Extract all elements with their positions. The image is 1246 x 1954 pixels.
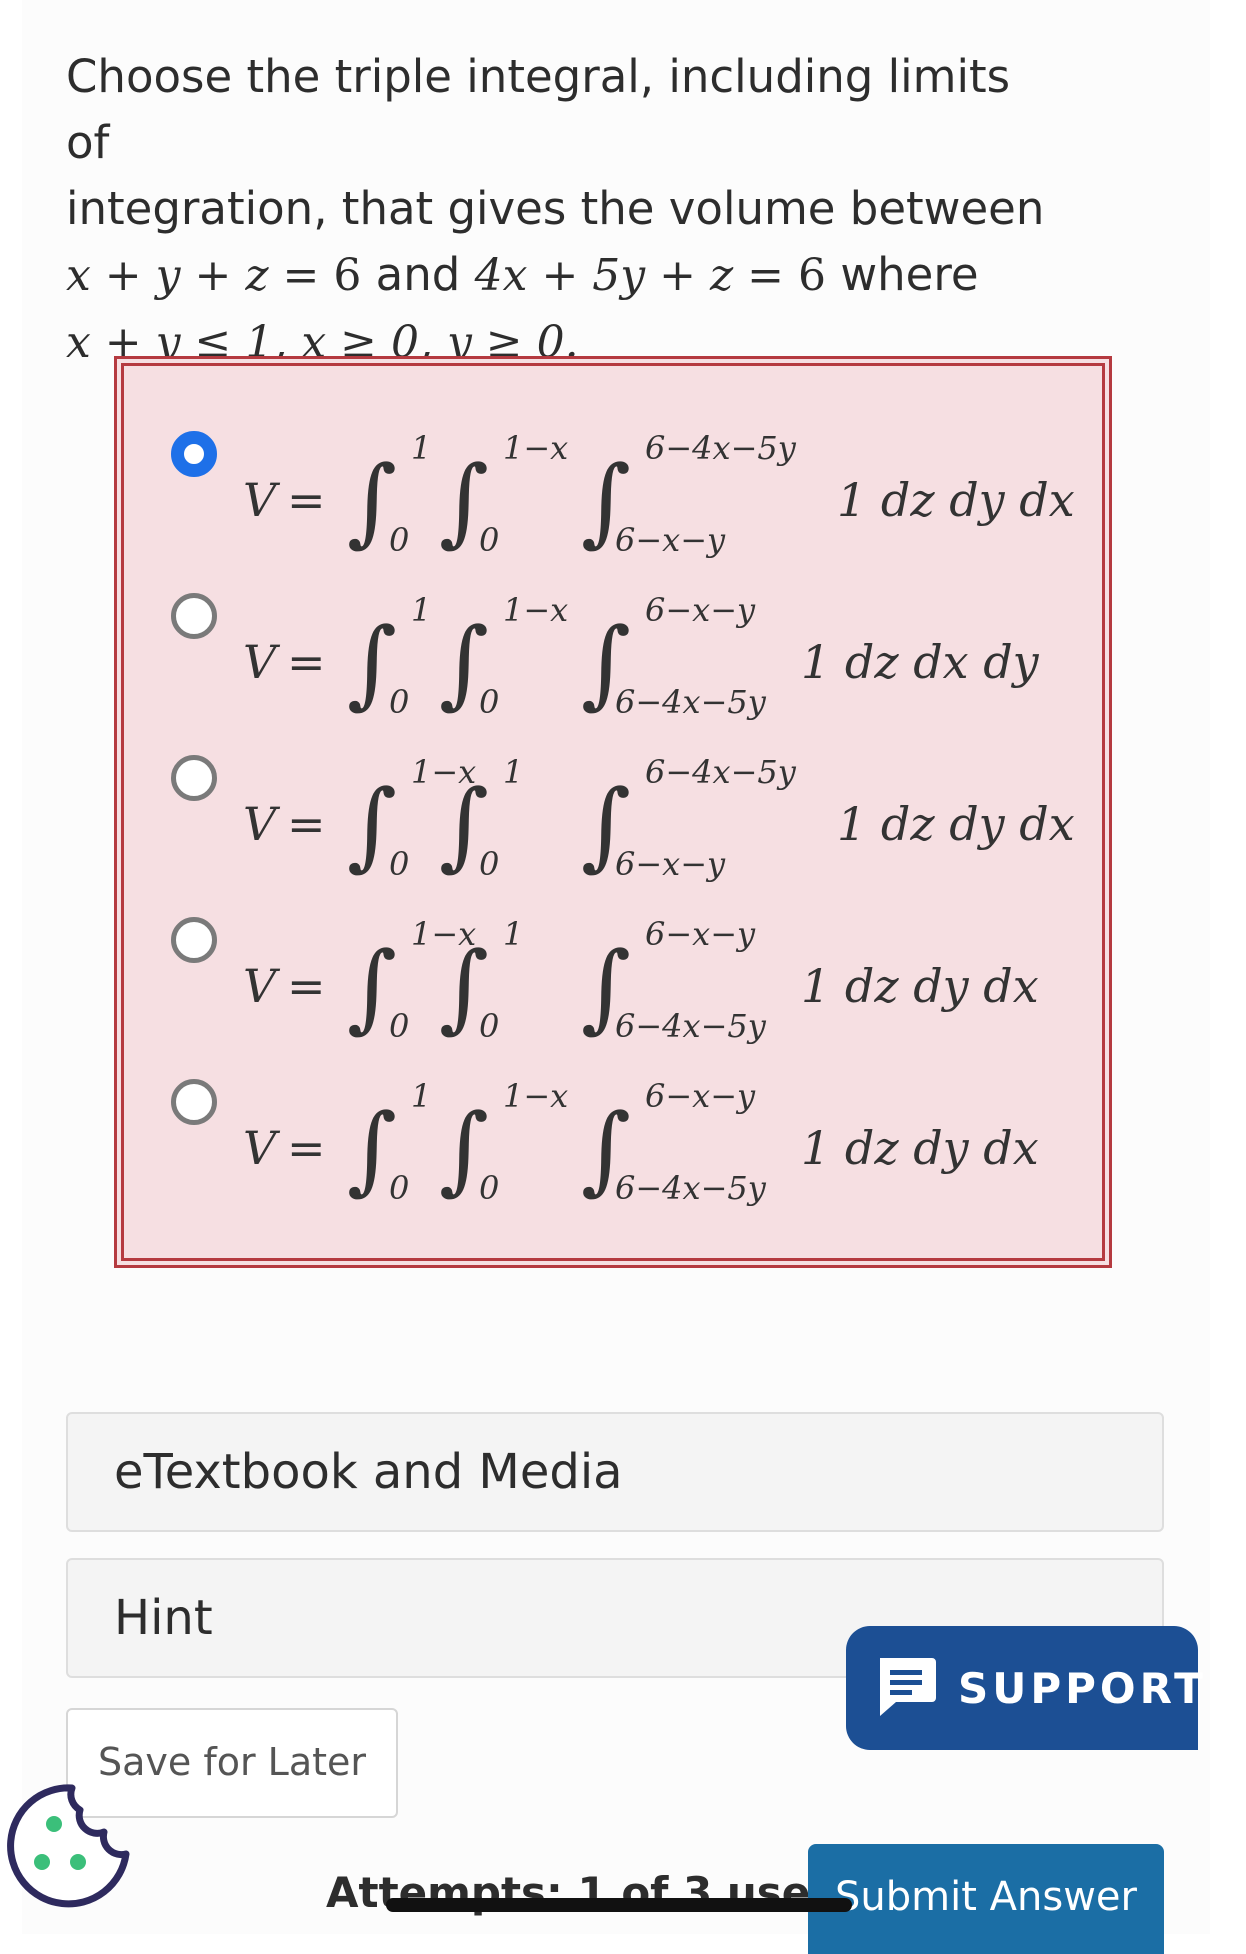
inner-lower-limit: 6−4x−5y [615,683,766,721]
inner-upper-limit: 6−x−y [645,591,756,629]
integral-expression: V = ∫ 1−x 0 ∫ 1 0 ∫ 6−x−y 6−4x−5y 1 dz d… [157,905,1057,1067]
equation-plane-1: x + y + z = [66,250,334,301]
volume-symbol: V [243,797,277,851]
integral-expression: V = ∫ 1 0 ∫ 1−x 0 ∫ 6−x−y 6−4x−5y 1 dz d… [157,1067,1057,1229]
inner-lower-limit: 6−4x−5y [615,1169,766,1207]
middle-lower-limit: 0 [479,1007,500,1045]
outer-upper-limit: 1 [411,429,432,467]
middle-lower-limit: 0 [479,521,500,559]
support-button[interactable]: SUPPORT [846,1626,1203,1750]
middle-upper-limit: 1 [503,915,524,953]
integrand: 1 dz dy dx [837,797,1075,851]
equals-sign: = [287,959,326,1013]
middle-lower-limit: 0 [479,845,500,883]
inner-upper-limit: 6−4x−5y [645,429,796,467]
inner-lower-limit: 6−x−y [615,845,726,883]
answer-option-3[interactable]: V = ∫ 1−x 0 ∫ 1 0 ∫ 6−4x−5y 6−x−y 1 dz d… [157,743,1075,905]
outer-lower-limit: 0 [389,1007,410,1045]
cookie-settings-icon[interactable] [4,1780,134,1910]
equation-plane-2-rhs: 6 [798,250,827,301]
equals-sign: = [287,635,326,689]
equation-plane-1-rhs: 6 [333,250,362,301]
submit-answer-button[interactable]: Submit Answer [808,1844,1164,1954]
inner-upper-limit: 6−x−y [645,1077,756,1115]
outer-upper-limit: 1 [411,591,432,629]
word-where: where [826,248,979,301]
answer-choices: V = ∫ 1 0 ∫ 1−x 0 ∫ 6−4x−5y 6−x−y 1 dz d… [114,356,1112,1268]
volume-symbol: V [243,473,277,527]
question-line-1: Choose the triple integral, including li… [66,50,1011,169]
outer-lower-limit: 0 [389,1169,410,1207]
middle-lower-limit: 0 [479,1169,500,1207]
volume-symbol: V [243,1121,277,1175]
outer-lower-limit: 0 [389,683,410,721]
equation-plane-2: 4x + 5y + z = [474,250,799,301]
hint-label: Hint [114,1590,213,1646]
integrand: 1 dz dy dx [801,959,1039,1013]
answer-option-2[interactable]: V = ∫ 1 0 ∫ 1−x 0 ∫ 6−x−y 6−4x−5y 1 dz d… [157,581,1057,743]
etextbook-panel[interactable]: eTextbook and Media [66,1412,1164,1532]
integrand: 1 dz dy dx [837,473,1075,527]
home-indicator [386,1898,852,1912]
question-text: Choose the triple integral, including li… [66,44,1066,376]
inner-lower-limit: 6−4x−5y [615,1007,766,1045]
etextbook-label: eTextbook and Media [114,1444,623,1500]
integral-expression: V = ∫ 1 0 ∫ 1−x 0 ∫ 6−4x−5y 6−x−y 1 dz d… [157,419,1075,581]
middle-upper-limit: 1−x [503,591,569,629]
inner-upper-limit: 6−4x−5y [645,753,796,791]
middle-lower-limit: 0 [479,683,500,721]
inner-lower-limit: 6−x−y [615,521,726,559]
support-label: SUPPORT [958,1664,1207,1713]
answer-option-4[interactable]: V = ∫ 1−x 0 ∫ 1 0 ∫ 6−x−y 6−4x−5y 1 dz d… [157,905,1057,1067]
answer-option-5[interactable]: V = ∫ 1 0 ∫ 1−x 0 ∫ 6−x−y 6−4x−5y 1 dz d… [157,1067,1057,1229]
integral-expression: V = ∫ 1 0 ∫ 1−x 0 ∫ 6−x−y 6−4x−5y 1 dz d… [157,581,1057,743]
outer-upper-limit: 1 [411,1077,432,1115]
integrand: 1 dz dx dy [801,635,1039,689]
question-line-2: integration, that gives the volume betwe… [66,182,1045,235]
middle-upper-limit: 1 [503,753,524,791]
equals-sign: = [287,1121,326,1175]
equals-sign: = [287,797,326,851]
word-and: and [361,248,475,301]
outer-lower-limit: 0 [389,845,410,883]
equals-sign: = [287,473,326,527]
outer-lower-limit: 0 [389,521,410,559]
integral-expression: V = ∫ 1−x 0 ∫ 1 0 ∫ 6−4x−5y 6−x−y 1 dz d… [157,743,1075,905]
answer-option-1[interactable]: V = ∫ 1 0 ∫ 1−x 0 ∫ 6−4x−5y 6−x−y 1 dz d… [157,419,1075,581]
question-line-3: x + y + z = 6 and 4x + 5y + z = 6 where [66,242,1066,309]
middle-upper-limit: 1−x [503,1077,569,1115]
chat-bubble-icon [880,1658,936,1716]
volume-symbol: V [243,635,277,689]
middle-upper-limit: 1−x [503,429,569,467]
inner-upper-limit: 6−x−y [645,915,756,953]
volume-symbol: V [243,959,277,1013]
integrand: 1 dz dy dx [801,1121,1039,1175]
